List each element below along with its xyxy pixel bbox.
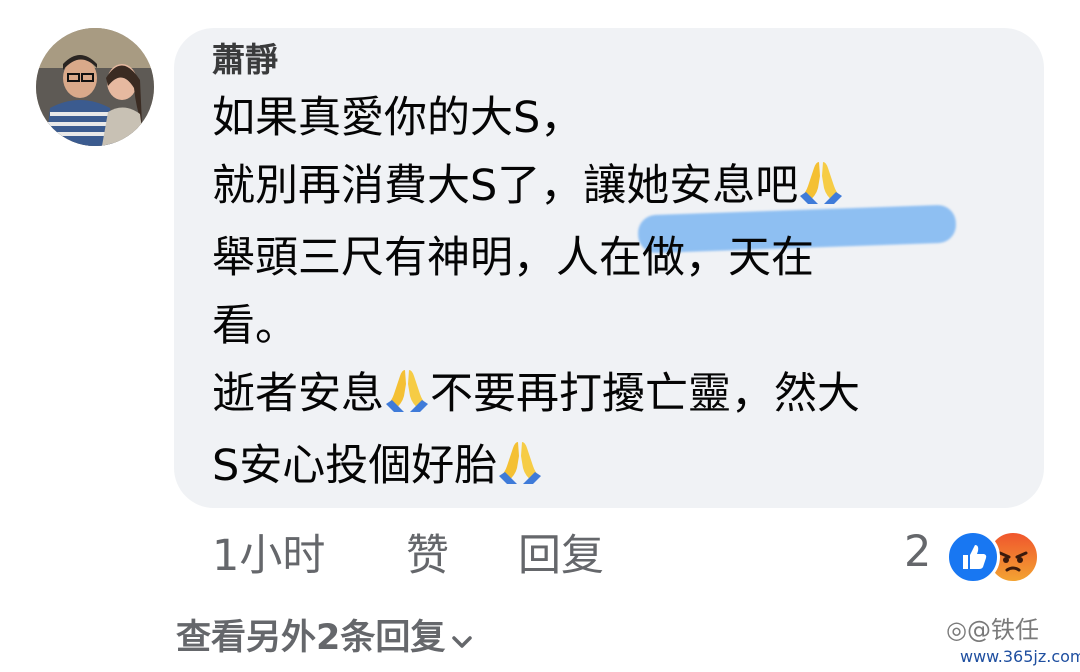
like-button[interactable]: 赞 — [406, 526, 449, 586]
like-icon — [946, 530, 1000, 584]
folded-hands-icon — [384, 364, 430, 432]
comment-line-text: 逝者安息 — [212, 369, 384, 419]
avatar-photo — [36, 28, 154, 146]
folded-hands-icon — [497, 436, 543, 504]
comment-author[interactable]: 蕭靜 — [212, 38, 278, 82]
avatar[interactable] — [36, 28, 154, 146]
reaction-count: 2 — [904, 527, 932, 577]
comment-line-text: 就別再消費大S了，讓她安息吧 — [212, 161, 799, 211]
reply-button[interactable]: 回复 — [518, 526, 604, 586]
comment-line: S安心投個好胎 — [212, 432, 1012, 504]
comment-line-text: S安心投個好胎 — [212, 441, 498, 491]
view-more-replies-label: 查看另外2条回复 — [176, 618, 446, 658]
comment-line: 就別再消費大S了，讓她安息吧 — [212, 152, 1012, 224]
comment-text: 如果真愛你的大S， 就別再消費大S了，讓她安息吧 舉頭三尺有神明，人在做，天在 … — [212, 84, 1012, 504]
view-more-replies-link[interactable]: 查看另外2条回复 — [176, 614, 473, 663]
watermark: ◎@铁任 — [946, 616, 1039, 644]
comment-line: 舉頭三尺有神明，人在做，天在 — [212, 233, 814, 283]
timestamp-link[interactable]: 1小时 — [212, 526, 325, 586]
comment-line-text: 不要再打擾亡靈，然大 — [430, 369, 860, 419]
comment-line: 看。 — [212, 301, 298, 351]
comment-line: 如果真愛你的大S， — [212, 93, 584, 143]
chevron-down-icon — [451, 615, 473, 663]
watermark-url: www.365jz.com — [960, 647, 1080, 666]
comment-line: 逝者安息 不要再打擾亡靈，然大 — [212, 360, 1012, 432]
folded-hands-icon — [798, 156, 844, 224]
